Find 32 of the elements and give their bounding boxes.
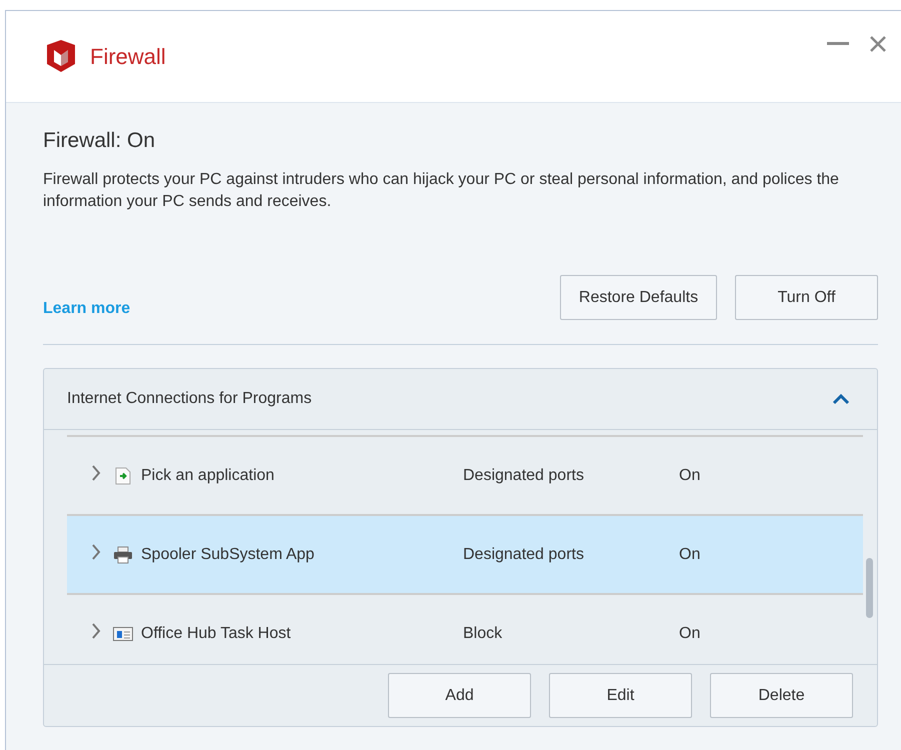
panel-button[interactable]: Add <box>388 673 531 718</box>
expand-chevron-icon[interactable] <box>91 464 101 482</box>
action-button[interactable]: Restore Defaults <box>560 275 717 320</box>
scrollbar-thumb[interactable] <box>866 558 873 618</box>
panel-button[interactable]: Delete <box>710 673 853 718</box>
action-button[interactable]: Turn Off <box>735 275 878 320</box>
document-arrow-icon <box>113 466 133 484</box>
close-icon[interactable] <box>869 35 887 53</box>
expand-chevron-icon[interactable] <box>91 542 101 560</box>
access-setting: Designated ports <box>463 546 585 564</box>
minimize-icon[interactable] <box>827 42 849 46</box>
status-description: Firewall protects your PC against intruders who can hijack your PC or steal personal information, and polices the information your PC sends and receives. <box>43 170 840 212</box>
window-title: Firewall <box>90 44 166 70</box>
collapse-chevron-icon[interactable] <box>832 394 850 404</box>
panel-button[interactable]: Edit <box>549 673 692 718</box>
program-name: Spooler SubSystem App <box>141 546 316 564</box>
panel-header[interactable]: Internet Connections for Programs <box>44 369 877 430</box>
status-heading: Firewall: On <box>43 129 156 153</box>
program-state: On <box>679 546 700 564</box>
program-state: On <box>679 624 700 642</box>
shield-logo-icon <box>44 39 78 73</box>
access-setting: Block <box>463 624 504 642</box>
panel-title: Internet Connections for Programs <box>67 390 312 408</box>
program-name: Pick an application <box>141 466 276 484</box>
expand-chevron-icon[interactable] <box>91 622 101 640</box>
program-row[interactable]: Office Hub Task Host Block On <box>67 595 863 664</box>
printer-icon <box>113 546 133 564</box>
program-row[interactable]: Spooler SubSystem App Designated ports On <box>67 516 863 595</box>
access-setting: Designated ports <box>463 466 585 484</box>
program-name: Office Hub Task Host <box>141 624 292 642</box>
window-icon <box>113 626 133 642</box>
program-state: On <box>679 466 700 484</box>
